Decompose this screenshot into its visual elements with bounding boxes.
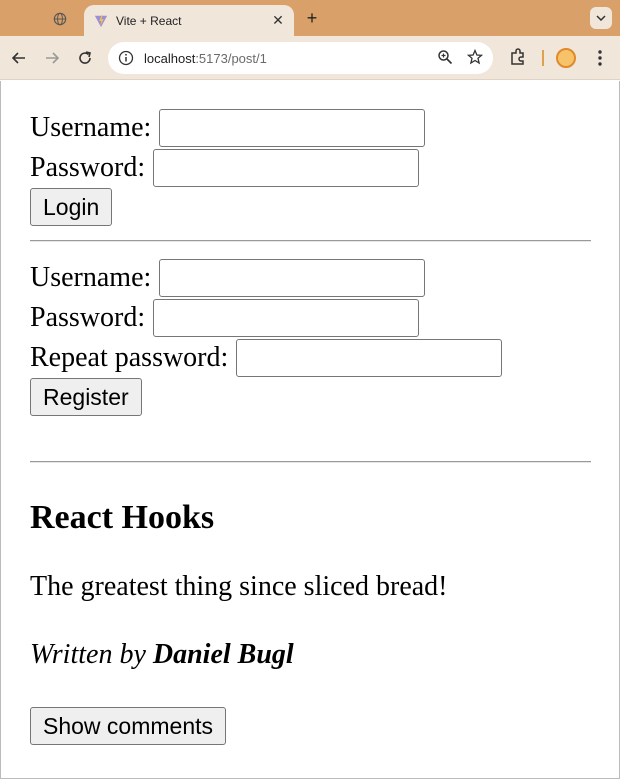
extensions-icon[interactable] (508, 47, 528, 67)
register-form: Username: Password: Repeat password: Reg… (30, 258, 600, 416)
login-username-input[interactable] (159, 109, 426, 147)
page-content: Username: Password: Login Username: Pass… (0, 81, 620, 779)
login-form: Username: Password: Login (30, 108, 600, 226)
register-password-label: Password: (30, 302, 146, 333)
chevron-down-icon (596, 15, 606, 21)
browser-toolbar: localhost:5173/post/1 (0, 36, 620, 80)
forward-button[interactable] (41, 47, 63, 69)
register-password-input[interactable] (153, 299, 420, 337)
post-author-name: Daniel Bugl (152, 639, 294, 670)
url-path: :5173/post/1 (195, 50, 267, 66)
post-content: The greatest thing since sliced bread! (30, 571, 448, 602)
divider (30, 240, 591, 242)
register-button[interactable]: Register (30, 378, 142, 416)
close-tab-icon[interactable]: ✕ (270, 12, 286, 29)
vite-logo-icon (94, 14, 108, 27)
login-password-input[interactable] (153, 149, 420, 187)
profile-avatar[interactable] (556, 48, 576, 68)
more-menu-icon[interactable] (592, 48, 608, 68)
url-host: localhost (144, 50, 196, 66)
active-tab[interactable]: Vite + React ✕ (84, 5, 294, 36)
register-username-input[interactable] (159, 259, 426, 297)
tab-title: Vite + React (116, 13, 182, 28)
bookmark-star-icon[interactable] (467, 49, 483, 65)
written-by-label: Written by (30, 639, 153, 670)
repeat-password-input[interactable] (236, 339, 503, 377)
login-username-label: Username: (30, 112, 152, 143)
repeat-password-label: Repeat password: (30, 342, 229, 373)
globe-icon (53, 12, 67, 26)
register-username-label: Username: (30, 262, 152, 293)
browser-tab-bar: Vite + React ✕ + (0, 0, 620, 36)
address-bar[interactable]: localhost:5173/post/1 (108, 42, 493, 74)
tab-search-button[interactable] (590, 7, 612, 29)
divider (30, 461, 591, 463)
zoom-icon[interactable] (437, 49, 453, 65)
arrow-left-icon (12, 52, 25, 64)
arrow-right-icon (46, 52, 59, 64)
reload-button[interactable] (74, 47, 96, 69)
post-title: React Hooks (30, 499, 215, 536)
site-info-icon[interactable] (118, 50, 134, 66)
new-tab-button[interactable]: + (302, 8, 322, 28)
login-password-label: Password: (30, 152, 146, 183)
inactive-tab[interactable] (40, 8, 80, 30)
back-button[interactable] (8, 47, 30, 69)
toolbar-divider (542, 50, 544, 66)
reload-icon (79, 51, 91, 64)
login-button[interactable]: Login (30, 188, 113, 226)
show-comments-button[interactable]: Show comments (30, 707, 227, 745)
post-author-line: Written by Daniel Bugl (30, 639, 294, 671)
